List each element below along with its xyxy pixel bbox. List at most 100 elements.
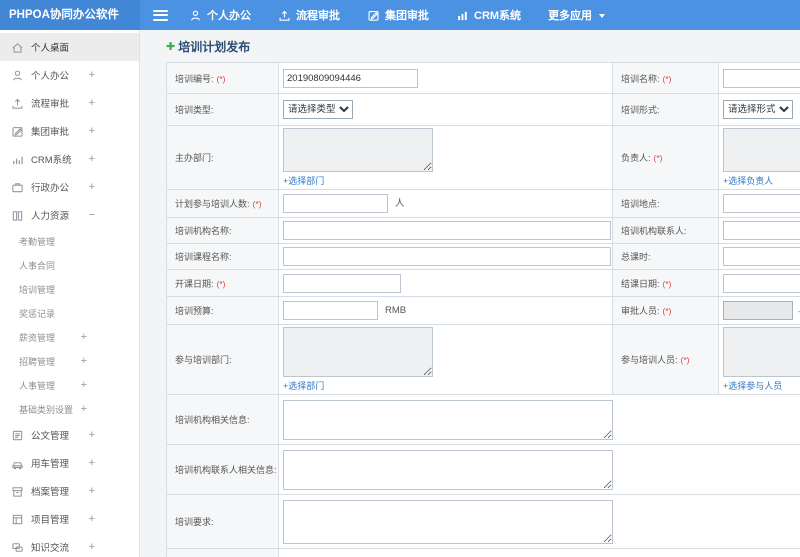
- training-form-select[interactable]: 请选择形式: [723, 100, 793, 119]
- sidebar-item-label: 奖惩记录: [19, 308, 56, 319]
- sidebar-item-group-approval[interactable]: 集团审批 +: [0, 117, 139, 145]
- nav-group-approval[interactable]: 集团审批: [367, 7, 429, 23]
- nav-label: 流程审批: [296, 10, 340, 22]
- expand-toggle[interactable]: −: [89, 209, 95, 221]
- org-contact-info-textarea[interactable]: [283, 449, 613, 490]
- field-label: 培训地点:: [621, 199, 660, 209]
- sidebar-item-label: 个人桌面: [31, 43, 70, 54]
- field-label: 参与培训人员:: [621, 355, 678, 365]
- expand-toggle[interactable]: +: [81, 331, 87, 343]
- sidebar-item-crm-system[interactable]: CRM系统 +: [0, 145, 139, 173]
- sidebar-subitem-training-management[interactable]: 培训管理: [0, 277, 139, 301]
- sidebar-item-workflow-approval[interactable]: 流程审批 +: [0, 89, 139, 117]
- training-location-input[interactable]: [723, 194, 800, 213]
- planned-participants-input[interactable]: [283, 194, 388, 213]
- approver-input[interactable]: [723, 301, 793, 320]
- org-info-textarea[interactable]: [283, 399, 613, 440]
- select-participants-link[interactable]: +选择参与人员: [723, 379, 782, 392]
- sidebar-subitem-salary[interactable]: 薪资管理 +: [0, 325, 139, 349]
- nav-label: 更多应用: [548, 10, 593, 22]
- bar-chart-icon: [456, 9, 469, 22]
- expand-toggle[interactable]: +: [81, 379, 87, 391]
- course-name-input[interactable]: [283, 247, 611, 266]
- sidebar-item-label: 用车管理: [31, 459, 70, 470]
- sidebar-item-project-management[interactable]: 项目管理 +: [0, 505, 139, 533]
- edit-square-icon: [11, 125, 24, 138]
- training-name-input[interactable]: [723, 68, 800, 88]
- org-name-input[interactable]: [283, 221, 611, 240]
- table-row: 培训预算: RMB 审批人员:(*) +选择审批人员: [166, 296, 800, 325]
- sidebar-item-vehicle-management[interactable]: 用车管理 +: [0, 449, 139, 477]
- expand-toggle[interactable]: +: [89, 541, 95, 553]
- training-requirements-textarea[interactable]: [283, 499, 613, 544]
- sidebar-subitem-personnel[interactable]: 人事管理 +: [0, 373, 139, 397]
- sidebar-item-human-resources[interactable]: 人力资源 −: [0, 201, 139, 229]
- total-hours-input[interactable]: [723, 247, 800, 266]
- sidebar-subitem-reward-punishment[interactable]: 奖惩记录: [0, 301, 139, 325]
- end-date-input[interactable]: [723, 273, 800, 293]
- sidebar-item-document-management[interactable]: 公文管理 +: [0, 421, 139, 449]
- expand-toggle[interactable]: +: [89, 69, 95, 81]
- app-logo: PHPOA协同办公软件: [0, 0, 140, 30]
- training-number-input[interactable]: [283, 68, 418, 88]
- sidebar-item-label: 集团审批: [31, 127, 70, 138]
- car-icon: [11, 457, 24, 470]
- sidebar-item-label: CRM系统: [31, 155, 72, 166]
- expand-toggle[interactable]: +: [89, 457, 95, 469]
- budget-input[interactable]: [283, 301, 378, 320]
- table-row: 培训编号:(*) 培训名称:(*): [166, 62, 800, 94]
- nav-more-apps[interactable]: 更多应用: [548, 7, 606, 23]
- required-marker: (*): [653, 153, 663, 163]
- sidebar-item-admin-office[interactable]: 行政办公 +: [0, 173, 139, 201]
- add-icon: ✚: [166, 40, 176, 53]
- expand-toggle[interactable]: +: [89, 485, 95, 497]
- hr-book-icon: [11, 209, 24, 222]
- table-row: 培训类型: 请选择类型 培训形式: 请选择形式: [166, 93, 800, 126]
- field-label: 培训要求:: [175, 517, 214, 527]
- table-row: 主办部门: +选择部门 负责人: (*) +选择负责人: [166, 125, 800, 190]
- field-label: 培训预算:: [175, 306, 214, 316]
- select-department-link[interactable]: +选择部门: [283, 174, 324, 187]
- sidebar-subitem-hr-contract[interactable]: 人事合同: [0, 253, 139, 277]
- menu-toggle-icon[interactable]: [153, 9, 168, 21]
- sidebar-item-label: 项目管理: [31, 515, 70, 526]
- nav-personal-office[interactable]: 个人办公: [189, 7, 251, 23]
- participating-departments-textarea[interactable]: [283, 327, 433, 377]
- expand-toggle[interactable]: +: [89, 97, 95, 109]
- training-type-select[interactable]: 请选择类型: [283, 100, 353, 119]
- expand-toggle[interactable]: +: [89, 429, 95, 441]
- sidebar-item-label: 人事管理: [19, 380, 56, 391]
- sidebar-item-label: 知识交流: [31, 543, 70, 554]
- field-label: 培训机构联系人相关信息:: [175, 465, 277, 475]
- sidebar-subitem-attendance[interactable]: 考勤管理: [0, 229, 139, 253]
- currency-rmb: RMB: [385, 305, 407, 316]
- sidebar-item-personal-desktop[interactable]: 个人桌面: [0, 33, 139, 61]
- expand-toggle[interactable]: +: [89, 153, 95, 165]
- sidebar-item-personal-office[interactable]: 个人办公 +: [0, 61, 139, 89]
- sidebar-item-label: 档案管理: [31, 487, 70, 498]
- field-label: 参与培训部门:: [175, 355, 232, 365]
- table-row: 培训机构名称: 培训机构联系人:: [166, 217, 800, 244]
- expand-toggle[interactable]: +: [81, 355, 87, 367]
- leader-textarea[interactable]: [723, 128, 800, 172]
- expand-toggle[interactable]: +: [89, 181, 95, 193]
- select-department-link[interactable]: +选择部门: [283, 379, 324, 392]
- select-leader-link[interactable]: +选择负责人: [723, 174, 773, 187]
- field-label: 主办部门:: [175, 153, 214, 163]
- nav-crm-system[interactable]: CRM系统: [456, 7, 521, 23]
- nav-workflow-approval[interactable]: 流程审批: [278, 7, 340, 23]
- org-contact-input[interactable]: [723, 221, 800, 240]
- user-icon: [11, 69, 24, 82]
- start-date-input[interactable]: [283, 273, 401, 293]
- sidebar-subitem-base-category-settings[interactable]: 基础类别设置 +: [0, 397, 139, 421]
- expand-toggle[interactable]: +: [81, 403, 87, 415]
- workflow-upload-icon: [11, 97, 24, 110]
- host-department-textarea[interactable]: [283, 128, 433, 172]
- expand-toggle[interactable]: +: [89, 125, 95, 137]
- sidebar-subitem-recruitment[interactable]: 招聘管理 +: [0, 349, 139, 373]
- field-label: 计划参与培训人数:: [175, 199, 250, 209]
- participants-textarea[interactable]: [723, 327, 800, 377]
- expand-toggle[interactable]: +: [89, 513, 95, 525]
- sidebar-item-knowledge-exchange[interactable]: 知识交流 +: [0, 533, 139, 557]
- sidebar-item-archive-management[interactable]: 档案管理 +: [0, 477, 139, 505]
